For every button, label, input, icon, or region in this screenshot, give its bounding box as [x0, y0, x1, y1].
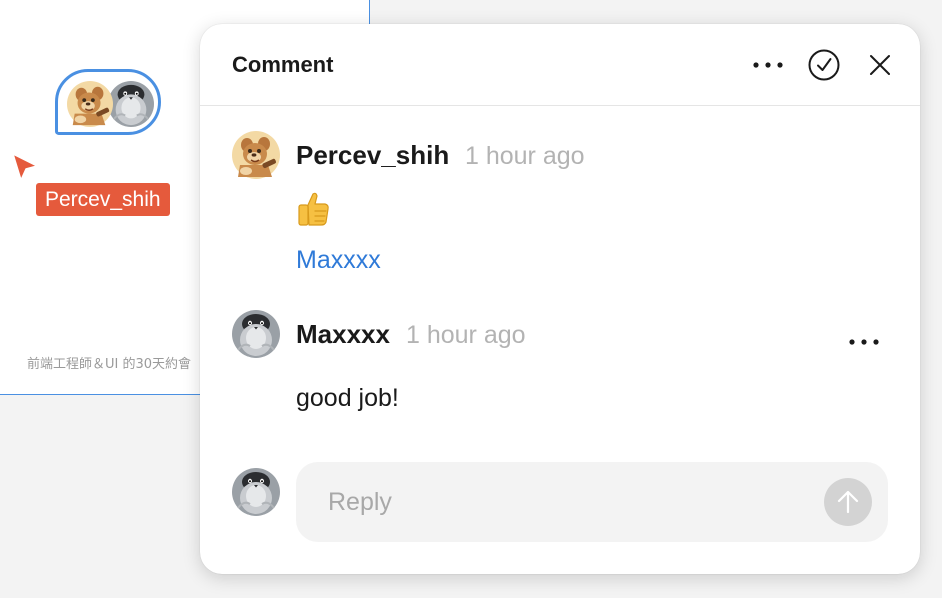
penguin-avatar-icon: [232, 468, 280, 516]
cartoon-bear-avatar-icon: [232, 131, 280, 179]
comment-author: Percev_shih: [296, 140, 450, 170]
comment-time: 1 hour ago: [465, 142, 585, 170]
penguin-avatar-icon: [108, 81, 154, 127]
more-options-button[interactable]: [751, 48, 785, 82]
comment-item: Percev_shih 1 hour ago Maxxxx: [232, 131, 892, 281]
reply-box: [296, 462, 888, 542]
reply-input[interactable]: [328, 462, 808, 542]
comment-pin[interactable]: [55, 69, 161, 135]
close-button[interactable]: [863, 48, 897, 82]
close-icon: [870, 55, 890, 75]
comment-panel: Comment Percev_shih 1 hour ago Maxxxx Ma…: [200, 24, 920, 574]
send-button[interactable]: [824, 478, 872, 526]
panel-title: Comment: [232, 52, 334, 77]
comment-author: Maxxxx: [296, 319, 390, 349]
resolve-button[interactable]: [807, 48, 841, 82]
comment-time: 1 hour ago: [406, 321, 526, 349]
panel-header: Comment: [200, 24, 920, 106]
cursor-user-label: Percev_shih: [36, 183, 170, 216]
arrow-up-icon: [837, 490, 859, 514]
multiplayer-cursor-icon: [12, 153, 38, 181]
more-horizontal-icon: [751, 60, 785, 70]
thumbs-up-icon: [298, 192, 329, 226]
check-circle-icon: [808, 49, 840, 81]
comment-item: Maxxxx 1 hour ago good job!: [232, 310, 892, 430]
comment-more-button[interactable]: [844, 332, 884, 352]
mention-link[interactable]: Maxxxx: [296, 246, 381, 275]
comment-body: good job!: [296, 384, 399, 412]
penguin-avatar-icon: [232, 310, 280, 358]
frame-caption: 前端工程師＆UI 的30天約會: [27, 357, 192, 372]
cartoon-bear-avatar-icon: [67, 81, 113, 127]
reply-composer: [232, 462, 888, 542]
more-horizontal-icon: [847, 337, 881, 347]
